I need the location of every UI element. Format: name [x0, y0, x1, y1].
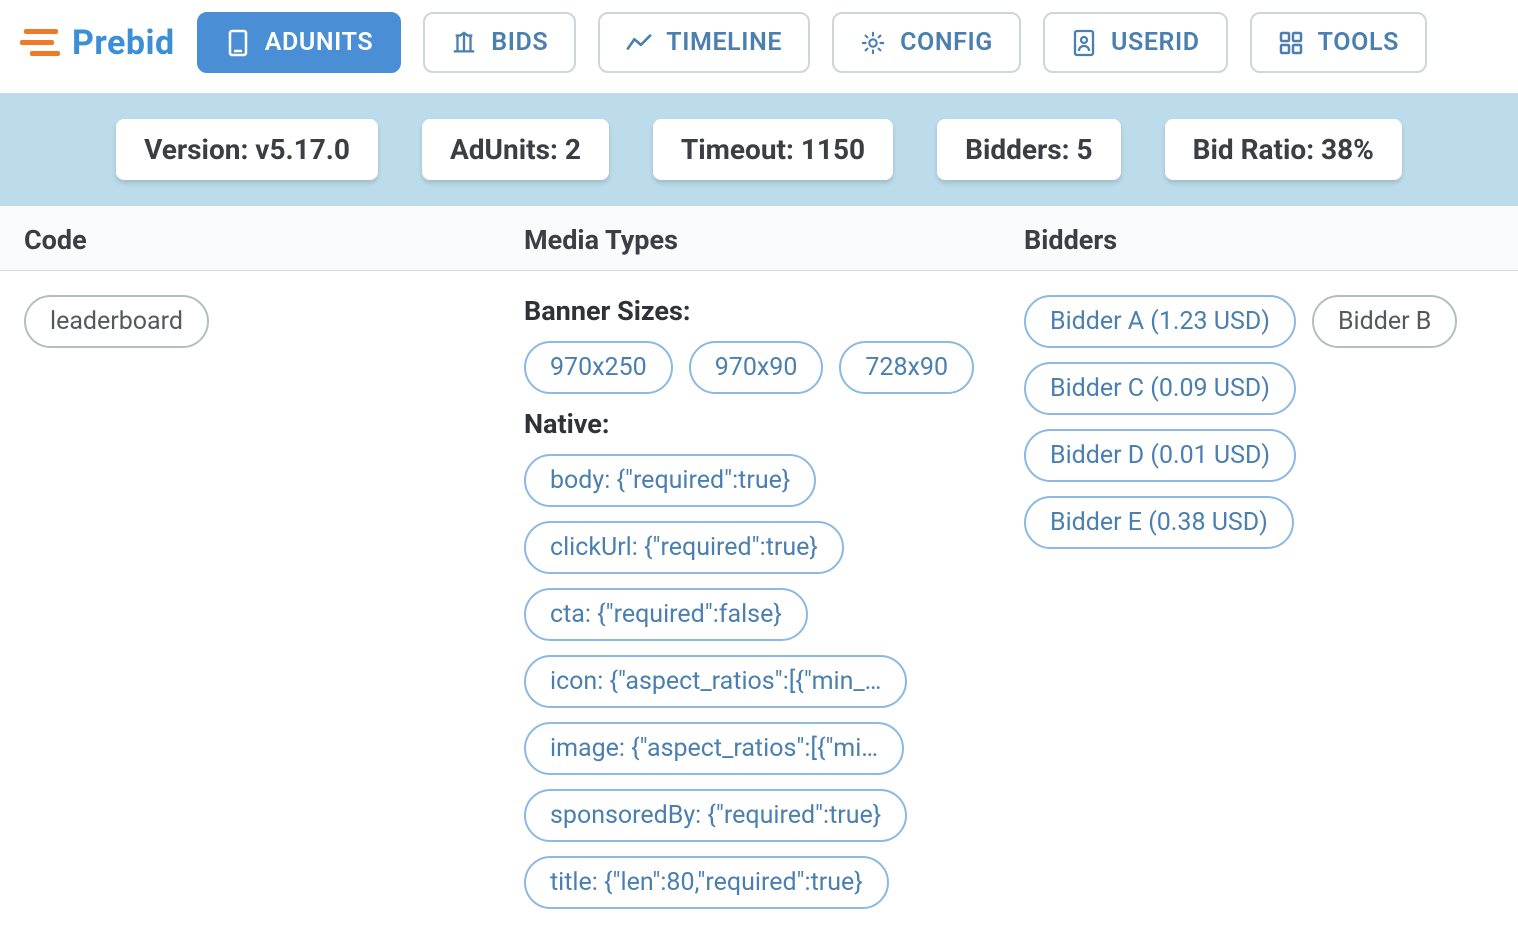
- bidder-pill[interactable]: Bidder B: [1312, 295, 1457, 348]
- table-header: Code Media Types Bidders: [0, 206, 1518, 271]
- banner-size-pill[interactable]: 970x250: [524, 341, 673, 394]
- cell-code: leaderboard: [24, 295, 524, 348]
- banner-sizes-group: 970x250 970x90 728x90: [524, 341, 1024, 394]
- bids-icon: [451, 30, 477, 56]
- col-media-types: Media Types: [524, 224, 1024, 256]
- banner-size-pill[interactable]: 970x90: [689, 341, 824, 394]
- bidder-pill[interactable]: Bidder A (1.23 USD): [1024, 295, 1296, 348]
- banner-sizes-label: Banner Sizes:: [524, 295, 1024, 327]
- col-code: Code: [24, 224, 524, 256]
- tab-label: TIMELINE: [666, 28, 782, 57]
- bidder-pill[interactable]: Bidder E (0.38 USD): [1024, 496, 1294, 549]
- bidder-pill[interactable]: Bidder C (0.09 USD): [1024, 362, 1296, 415]
- adunits-icon: [225, 30, 251, 56]
- native-prop-pill[interactable]: clickUrl: {"required":true}: [524, 521, 844, 574]
- tab-label: USERID: [1111, 28, 1200, 57]
- tab-bids[interactable]: BIDS: [423, 12, 576, 73]
- top-bar: Prebid ADUNITS BIDS: [0, 0, 1518, 93]
- tab-timeline[interactable]: TIMELINE: [598, 12, 810, 73]
- stat-version: Version: v5.17.0: [116, 119, 378, 180]
- prebid-logo-icon: [20, 25, 62, 61]
- col-bidders: Bidders: [1024, 224, 1494, 256]
- timeline-icon: [626, 30, 652, 56]
- native-prop-pill[interactable]: title: {"len":80,"required":true}: [524, 856, 889, 909]
- tab-config[interactable]: CONFIG: [832, 12, 1021, 73]
- brand-name: Prebid: [72, 23, 175, 63]
- native-prop-pill[interactable]: body: {"required":true}: [524, 454, 816, 507]
- tools-icon: [1278, 30, 1304, 56]
- native-label: Native:: [524, 408, 1024, 440]
- tab-label: ADUNITS: [265, 28, 374, 57]
- gear-icon: [860, 30, 886, 56]
- stats-strip: Version: v5.17.0 AdUnits: 2 Timeout: 115…: [0, 93, 1518, 206]
- native-prop-pill[interactable]: cta: {"required":false}: [524, 588, 808, 641]
- adunit-code-pill[interactable]: leaderboard: [24, 295, 209, 348]
- userid-icon: [1071, 30, 1097, 56]
- stat-adunits: AdUnits: 2: [422, 119, 609, 180]
- brand: Prebid: [20, 23, 175, 63]
- tab-label: CONFIG: [900, 28, 993, 57]
- tab-userid[interactable]: USERID: [1043, 12, 1228, 73]
- stat-timeout: Timeout: 1150: [653, 119, 893, 180]
- bidder-pill[interactable]: Bidder D (0.01 USD): [1024, 429, 1296, 482]
- adunit-row: leaderboard Banner Sizes: 970x250 970x90…: [0, 271, 1518, 933]
- native-prop-pill[interactable]: image: {"aspect_ratios":[{"mi…: [524, 722, 904, 775]
- stat-bidders: Bidders: 5: [937, 119, 1120, 180]
- cell-media-types: Banner Sizes: 970x250 970x90 728x90 Nati…: [524, 295, 1024, 909]
- tab-label: BIDS: [491, 28, 548, 57]
- native-props-group: body: {"required":true} clickUrl: {"requ…: [524, 454, 1024, 909]
- nav-tabs: ADUNITS BIDS TIMELINE: [197, 12, 1498, 73]
- cell-bidders: Bidder A (1.23 USD) Bidder B Bidder C (0…: [1024, 295, 1494, 549]
- stat-bidratio: Bid Ratio: 38%: [1165, 119, 1402, 180]
- banner-size-pill[interactable]: 728x90: [839, 341, 974, 394]
- tab-label: TOOLS: [1318, 28, 1399, 57]
- tab-adunits[interactable]: ADUNITS: [197, 12, 402, 73]
- native-prop-pill[interactable]: sponsoredBy: {"required":true}: [524, 789, 907, 842]
- native-prop-pill[interactable]: icon: {"aspect_ratios":[{"min_…: [524, 655, 907, 708]
- tab-tools[interactable]: TOOLS: [1250, 12, 1427, 73]
